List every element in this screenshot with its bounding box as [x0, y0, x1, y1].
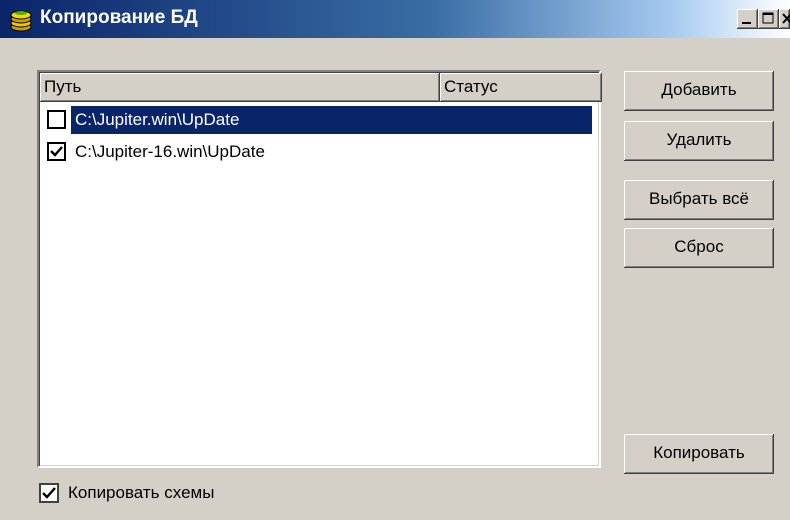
add-button[interactable]: Добавить: [624, 71, 774, 111]
row-checkbox[interactable]: [47, 142, 66, 161]
title-bar[interactable]: Копирование БД: [0, 0, 790, 38]
copy-db-window: Копирование БД Путь Статус C:\Jupiter.wi…: [0, 0, 790, 520]
maximize-button[interactable]: [758, 9, 779, 29]
row-path[interactable]: C:\Jupiter.win\UpDate: [71, 106, 592, 134]
minimize-icon: [742, 22, 751, 24]
copy-schemas-label[interactable]: Копировать схемы: [68, 481, 214, 505]
column-header-path[interactable]: Путь: [40, 73, 440, 102]
window-title: Копирование БД: [40, 7, 198, 28]
checkmark-icon: [50, 146, 63, 157]
row-checkbox[interactable]: [47, 110, 66, 129]
path-list[interactable]: Путь Статус C:\Jupiter.win\UpDate C:\Jup…: [37, 70, 602, 468]
list-item[interactable]: C:\Jupiter.win\UpDate: [40, 106, 600, 134]
checkmark-icon: [42, 487, 56, 499]
delete-button[interactable]: Удалить: [624, 121, 774, 161]
maximize-icon: [762, 12, 774, 24]
reset-button[interactable]: Сброс: [624, 228, 774, 268]
close-button[interactable]: [779, 9, 790, 29]
column-header-status[interactable]: Статус: [440, 73, 602, 102]
select-all-button[interactable]: Выбрать всё: [624, 180, 774, 220]
list-header: Путь Статус: [40, 73, 602, 102]
copy-button[interactable]: Копировать: [624, 434, 774, 474]
close-icon: [782, 13, 790, 24]
copy-schemas-checkbox[interactable]: [39, 483, 59, 503]
row-path[interactable]: C:\Jupiter-16.win\UpDate: [71, 138, 269, 166]
minimize-button[interactable]: [737, 9, 758, 29]
database-icon: [9, 8, 33, 32]
list-item[interactable]: C:\Jupiter-16.win\UpDate: [40, 138, 600, 166]
